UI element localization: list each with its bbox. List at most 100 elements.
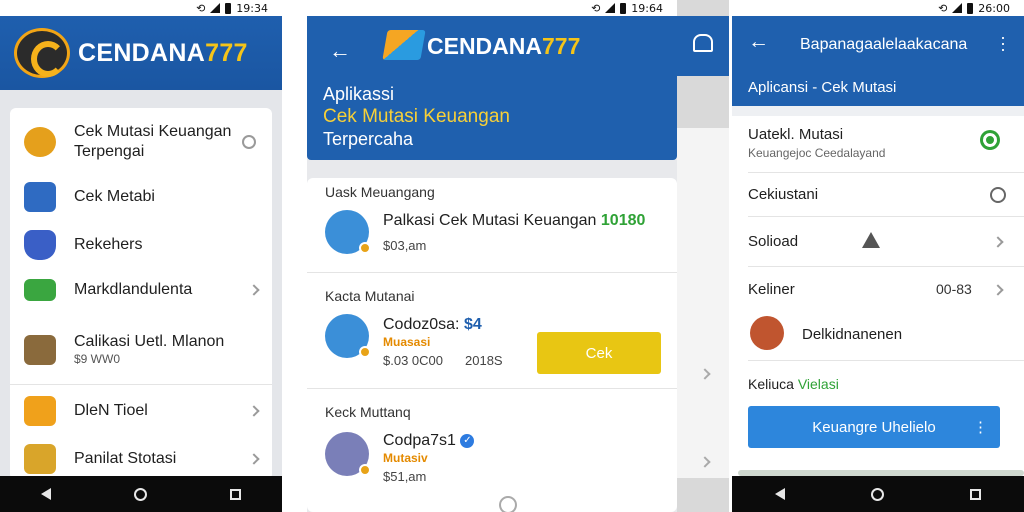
refresh-icon[interactable] — [242, 135, 256, 149]
bell-icon[interactable] — [693, 34, 713, 52]
menu-item-calikasi[interactable]: Calikasi Uetl. Mlanon $9 WW0 — [10, 332, 272, 367]
status-bar: ⟲ 26:00 — [732, 0, 1024, 16]
chevron-right-icon — [992, 284, 1004, 296]
nav-back-icon[interactable] — [775, 488, 785, 500]
status-dot-icon — [359, 464, 371, 476]
entry-title-accent: $4 — [463, 316, 482, 333]
section-label: Keliuca Vielasi — [748, 376, 839, 392]
background-panel — [677, 0, 729, 512]
nav-home-icon[interactable] — [871, 487, 884, 501]
primary-button[interactable]: Keuangre Uhelielo ⋮ — [748, 406, 1000, 448]
clock: 26:00 — [978, 1, 1010, 15]
cek-button[interactable]: Cek — [537, 332, 661, 374]
chevron-right-icon — [248, 405, 260, 417]
menu-item-label: DleN Tioel — [74, 402, 148, 419]
settings-row[interactable]: Delkidnanenen — [802, 326, 902, 343]
avatar — [325, 314, 371, 358]
android-nav-bar — [732, 476, 1024, 512]
wallet-icon — [24, 279, 56, 301]
menu-subtitle: $9 WW0 — [74, 352, 121, 366]
settings-row[interactable]: Keliner — [748, 281, 795, 298]
divider — [748, 216, 1024, 217]
sync-icon: ⟲ — [938, 1, 948, 15]
entry-tag: Mutasiv — [383, 451, 428, 465]
bag-icon — [24, 334, 56, 365]
menu-card: Cek Mutasi Keuangan Terpengai Cek Metabi … — [10, 108, 272, 480]
settings-row[interactable]: Uatekl. Mutasi Keuangejoc Ceedalayand — [748, 126, 885, 160]
entry-amount: $.03 0C00 — [383, 353, 443, 368]
settings-row[interactable]: Solioad — [748, 233, 798, 250]
settings-row[interactable]: Cekiustani — [748, 186, 818, 203]
heading-line1: Aplikassi — [323, 84, 395, 104]
battery-icon — [620, 2, 627, 14]
coins-icon — [24, 127, 56, 157]
menu-item-rekehers[interactable]: Rekehers — [10, 230, 272, 260]
menu-item-dlen-tioel[interactable]: DleN Tioel — [10, 396, 272, 426]
status-bar: ⟲ 19:64 — [307, 0, 677, 16]
radio-button[interactable] — [990, 187, 1006, 203]
status-bar: ⟲ 19:34 — [0, 0, 282, 16]
brand-main: CENDANA — [78, 38, 206, 67]
nav-recents-icon[interactable] — [970, 488, 981, 500]
section-header: Kacta Mutanai — [325, 288, 415, 304]
section-header: Uask Meuangang — [325, 184, 435, 200]
heading-line2: Cek Mutasi Keuangan — [323, 106, 510, 127]
nav-recents-icon[interactable] — [229, 488, 241, 500]
avatar — [750, 316, 784, 350]
nav-back-icon[interactable] — [41, 488, 52, 500]
status-dot-icon — [359, 346, 371, 358]
clock: 19:34 — [236, 1, 268, 15]
app-header: ← Bapanagaalelaakacana · · · Aplicansi - C… — [732, 16, 1024, 106]
primary-button-label: Keuangre Uhelielo — [812, 418, 936, 436]
brand-accent: 777 — [205, 38, 248, 67]
battery-icon — [225, 2, 232, 14]
menu-item-label: Cek Metabi — [74, 188, 155, 205]
entry-title-text: Codoz0sa: — [383, 316, 460, 333]
section-label-accent: Vielasi — [797, 376, 839, 392]
menu-item-label: Calikasi Uetl. Mlanon $9 WW0 — [74, 332, 224, 367]
entry-title[interactable]: Palkasi Cek Mutasi Keuangan 10180 — [383, 212, 645, 230]
divider — [10, 384, 272, 385]
entry-title[interactable]: Codpa7s1 ✓ — [383, 432, 475, 450]
divider — [748, 172, 1024, 173]
more-menu-icon[interactable]: · · · — [1000, 28, 1006, 58]
more-menu-icon[interactable]: ⋮ — [973, 418, 988, 436]
screen-subtitle: Aplicansi - Cek Mutasi — [748, 79, 897, 96]
heading-line3: Terpercaha — [323, 129, 414, 149]
menu-item-label: Markdlandulenta — [74, 281, 193, 298]
bell-icon[interactable] — [862, 232, 880, 248]
app-header: ← CENDANA777 Aplikassi Cek Mutasi Keuang… — [307, 16, 677, 160]
back-arrow-icon[interactable]: ← — [329, 38, 351, 64]
chevron-right-icon — [248, 284, 260, 296]
entry-title-accent: 10180 — [600, 212, 646, 229]
screen-title: Bapanagaalelaakacana — [800, 36, 968, 53]
signal-icon — [210, 3, 221, 13]
signal-icon — [605, 3, 616, 13]
menu-item-label: Cek Mutasi Keuangan Terpengai — [74, 122, 231, 162]
phone-settings-screen: ⟲ 26:00 ← Bapanagaalelaakacana · · · Aplic… — [732, 0, 1024, 512]
entry-amount: $03,am — [383, 238, 427, 253]
divider — [748, 360, 1024, 361]
brand-main: CENDANA — [427, 33, 542, 59]
entry-tag: Muasasi — [383, 335, 431, 349]
menu-item-markdlandulenta[interactable]: Markdlandulenta — [10, 279, 272, 301]
gear-icon[interactable] — [980, 130, 1000, 150]
menu-title: Cek Mutasi Keuangan — [74, 123, 232, 140]
row-title: Uatekl. Mutasi — [748, 126, 844, 143]
brand-name: CENDANA777 — [427, 33, 580, 60]
app-logo — [14, 28, 70, 78]
status-dot-icon — [359, 242, 371, 254]
back-arrow-icon[interactable]: ← — [748, 30, 769, 54]
brand-accent: 777 — [542, 33, 581, 59]
menu-item-panilat-stotasi[interactable]: Panilat Stotasi — [10, 444, 272, 474]
row-subtitle: Keuangejoc Ceedalayand — [748, 146, 886, 160]
background-card — [677, 128, 729, 478]
menu-item-cek-mutasi[interactable]: Cek Mutasi Keuangan Terpengai — [10, 122, 272, 162]
menu-item-cek-metabi[interactable]: Cek Metabi — [10, 182, 272, 212]
section-header: Keck Muttanq — [325, 404, 411, 420]
brand-name: CENDANA777 — [78, 39, 248, 68]
nav-home-icon[interactable] — [133, 487, 147, 501]
divider — [307, 388, 677, 389]
entry-title[interactable]: Codoz0sa: $4 — [383, 316, 482, 334]
entry-title-text: Codpa7s1 — [383, 432, 456, 449]
